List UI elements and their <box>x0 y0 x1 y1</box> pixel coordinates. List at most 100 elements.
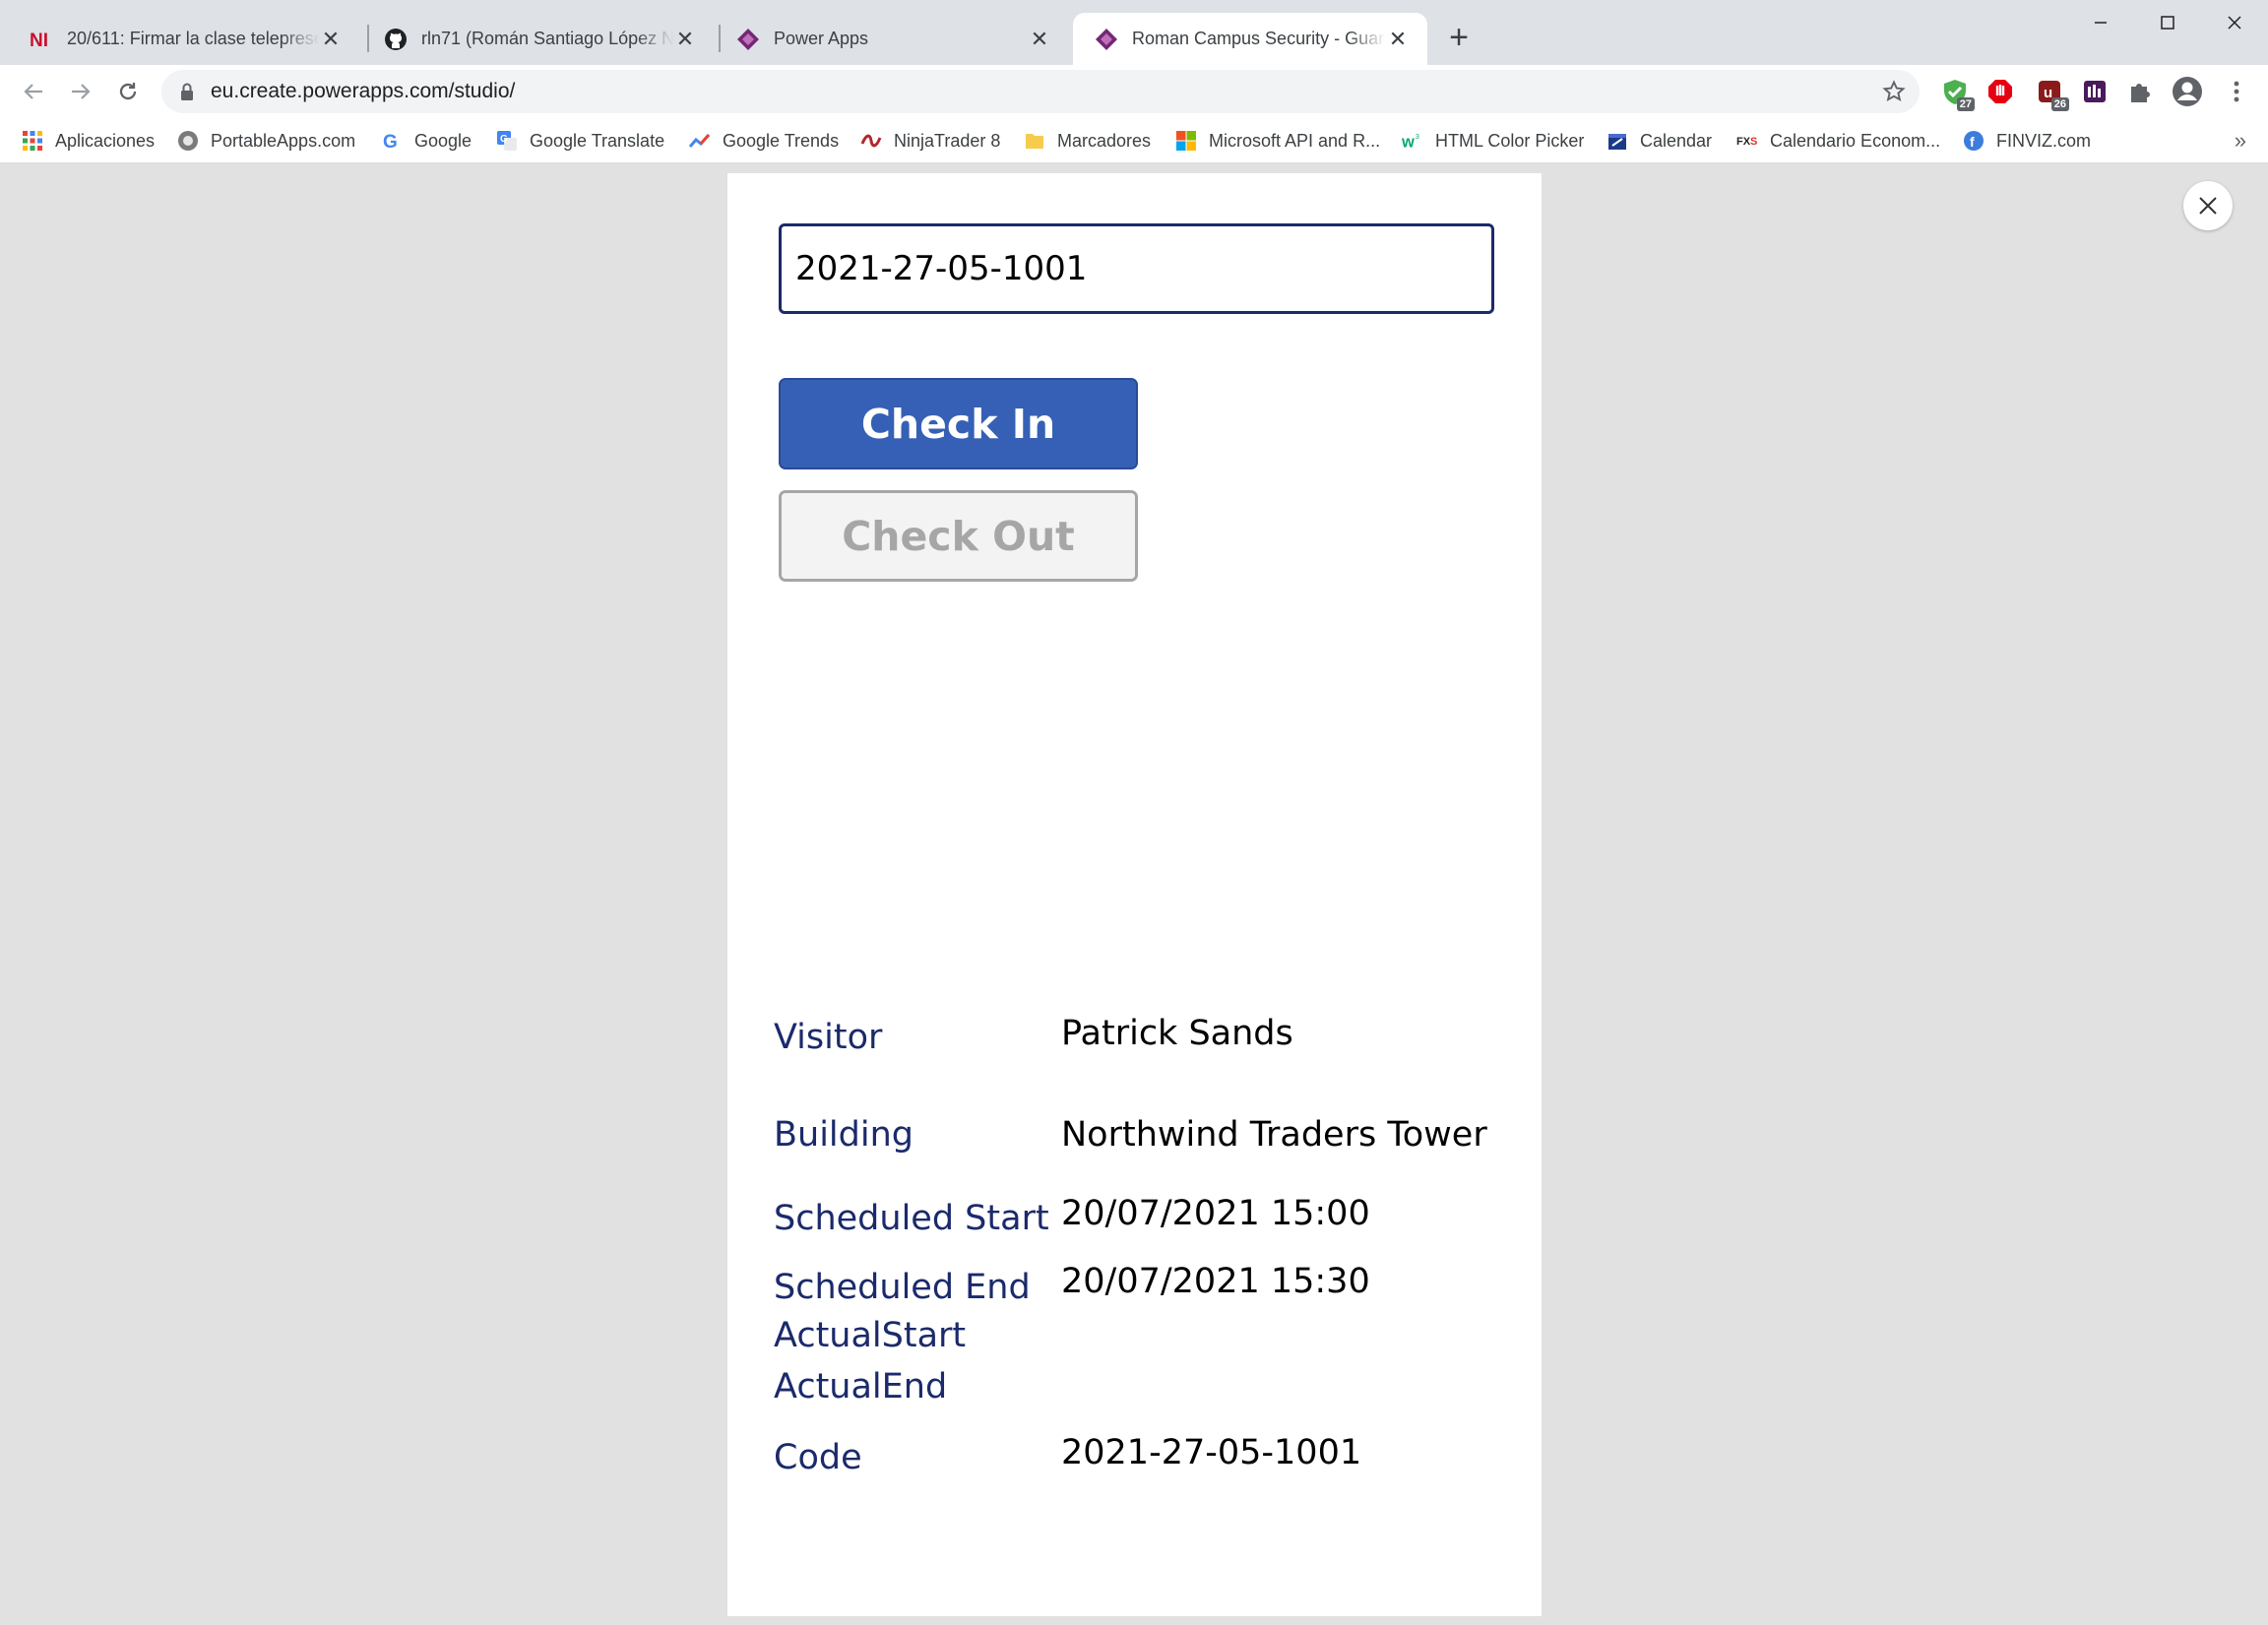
url-text[interactable]: eu.create.powerapps.com/studio/ <box>211 80 515 103</box>
browser-menu-icon[interactable] <box>2221 76 2252 107</box>
profile-avatar-icon[interactable] <box>2172 76 2203 107</box>
forward-arrow-icon[interactable] <box>63 74 98 109</box>
bookmark-marcadores[interactable]: Marcadores <box>1024 125 1151 156</box>
bookmark-microsoft-api[interactable]: Microsoft API and R... <box>1175 125 1380 156</box>
bookmark-label: Google <box>414 130 472 151</box>
powerapps-icon <box>1095 28 1118 51</box>
svg-text:f: f <box>1970 134 1975 150</box>
portableapps-icon <box>177 130 199 152</box>
guard-app-screen: Check In Check Out Visitor Patrick Sands… <box>727 173 1542 1616</box>
bookmark-label: Aplicaciones <box>55 130 156 151</box>
folder-icon <box>1024 130 1045 152</box>
tab-close-icon[interactable]: ✕ <box>319 27 343 51</box>
close-preview-button[interactable] <box>2183 181 2233 230</box>
svg-text:G: G <box>383 132 398 151</box>
tab-title: rln71 (Román Santiago López Navarro) <box>421 29 673 48</box>
bookmarks-bar: Aplicaciones PortableApps.com G Google G… <box>0 118 2268 163</box>
tab-roman-campus-security[interactable]: Roman Campus Security - Guard ✕ <box>1073 13 1427 65</box>
bookmark-aplicaciones[interactable]: Aplicaciones <box>22 125 155 156</box>
check-in-button[interactable]: Check In <box>779 378 1138 469</box>
apps-grid-icon <box>22 130 43 152</box>
tab-strip: NI 20/611: Firmar la clase telepresencia… <box>0 0 2268 65</box>
reload-icon[interactable] <box>110 74 146 109</box>
privacy-extension-icon[interactable]: u 26 <box>2034 76 2069 111</box>
building-label: Building <box>774 1115 914 1155</box>
tab-power-apps[interactable]: Power Apps ✕ <box>715 13 1069 65</box>
bookmark-calendar[interactable]: Calendar <box>1606 125 1712 156</box>
bookmark-label: Google Translate <box>530 130 665 151</box>
actual-end-label: ActualEnd <box>774 1367 948 1406</box>
actual-start-label: ActualStart <box>774 1316 967 1355</box>
bookmark-ninjatrader[interactable]: NinjaTrader 8 <box>860 125 1000 156</box>
svg-text:S: S <box>1750 136 1757 148</box>
tab-title: Power Apps <box>774 29 869 48</box>
visit-code-input[interactable] <box>779 223 1494 314</box>
tab-close-icon[interactable]: ✕ <box>1386 27 1410 51</box>
extension-badge: 27 <box>1956 97 1975 111</box>
tab-title: Roman Campus Security - Guard <box>1132 29 1386 48</box>
svg-text:FX: FX <box>1736 136 1751 148</box>
bookmark-calendario-economico[interactable]: FX S Calendario Econom... <box>1736 125 1940 156</box>
scheduled-start-label: Scheduled Start <box>774 1199 1049 1238</box>
tab-github[interactable]: rln71 (Román Santiago López Navarro) ✕ <box>362 13 715 65</box>
microsoft-icon <box>1175 130 1197 152</box>
visitor-value: Patrick Sands <box>1061 1014 1293 1053</box>
bookmark-label: Marcadores <box>1057 130 1152 151</box>
code-label: Code <box>774 1438 862 1477</box>
browser-toolbar: eu.create.powerapps.com/studio/ 27 u 26 <box>0 65 2268 118</box>
app-extension-icon[interactable] <box>2079 76 2110 107</box>
scheduled-end-value: 20/07/2021 15:30 <box>1061 1262 1370 1301</box>
check-out-button[interactable]: Check Out <box>779 490 1138 582</box>
extensions-puzzle-icon[interactable] <box>2124 76 2156 107</box>
close-window-icon[interactable] <box>2201 0 2268 45</box>
bookmark-label: NinjaTrader 8 <box>894 130 1001 151</box>
finviz-icon: f <box>1963 130 1984 152</box>
google-translate-icon: G <box>496 130 518 152</box>
shield-check-extension-icon[interactable]: 27 <box>1939 76 1975 111</box>
extension-badge: 26 <box>2050 97 2069 111</box>
bookmark-portableapps[interactable]: PortableApps.com <box>177 125 355 156</box>
tab-close-icon[interactable]: ✕ <box>1028 27 1051 51</box>
bookmark-label: Calendar <box>1640 130 1713 151</box>
github-icon <box>384 28 408 51</box>
bookmark-google-trends[interactable]: Google Trends <box>689 125 839 156</box>
new-tab-button[interactable]: + <box>1441 19 1477 56</box>
bookmark-google[interactable]: G Google <box>381 125 472 156</box>
code-value: 2021-27-05-1001 <box>1061 1433 1362 1472</box>
bookmark-label: PortableApps.com <box>211 130 356 151</box>
svg-text:G: G <box>500 134 508 145</box>
svg-text:NI: NI <box>30 31 48 49</box>
building-value: Northwind Traders Tower <box>1061 1115 1487 1155</box>
w3schools-icon: w3 <box>1402 130 1423 152</box>
bookmark-google-translate[interactable]: G Google Translate <box>496 125 664 156</box>
google-icon: G <box>381 130 403 152</box>
adblock-extension-icon[interactable] <box>1984 76 2016 107</box>
bookmark-finviz[interactable]: f FINVIZ.com <box>1963 125 2091 156</box>
bookmark-html-color-picker[interactable]: w3 HTML Color Picker <box>1402 125 1584 156</box>
scheduled-start-value: 20/07/2021 15:00 <box>1061 1194 1370 1233</box>
back-arrow-icon[interactable] <box>16 74 51 109</box>
address-bar[interactable]: eu.create.powerapps.com/studio/ <box>161 70 1920 113</box>
bookmark-label: Calendario Econom... <box>1770 130 1941 151</box>
scheduled-end-label: Scheduled End <box>774 1268 1031 1307</box>
bookmark-label: Microsoft API and R... <box>1209 130 1381 151</box>
tab-title: 20/611: Firmar la clase telepresencial <box>67 29 319 48</box>
bookmark-label: FINVIZ.com <box>1996 130 2092 151</box>
bookmarks-overflow-button[interactable]: » <box>2235 128 2246 154</box>
close-icon <box>2199 197 2217 215</box>
maximize-icon[interactable] <box>2134 0 2201 45</box>
bookmark-label: Google Trends <box>723 130 840 151</box>
bookmark-label: HTML Color Picker <box>1435 130 1585 151</box>
tab-firmar-clase[interactable]: NI 20/611: Firmar la clase telepresencia… <box>8 13 360 65</box>
ni-icon: NI <box>30 28 53 51</box>
ninjatrader-icon <box>860 130 882 152</box>
tab-close-icon[interactable]: ✕ <box>673 27 697 51</box>
visitor-label: Visitor <box>774 1018 883 1057</box>
google-trends-icon <box>689 130 711 152</box>
fxs-icon: FX S <box>1736 130 1758 152</box>
powerapps-icon <box>736 28 760 51</box>
calendar-icon <box>1606 130 1628 152</box>
lock-icon[interactable] <box>179 82 195 106</box>
minimize-icon[interactable] <box>2067 0 2134 45</box>
bookmark-star-icon[interactable] <box>1882 80 1906 108</box>
